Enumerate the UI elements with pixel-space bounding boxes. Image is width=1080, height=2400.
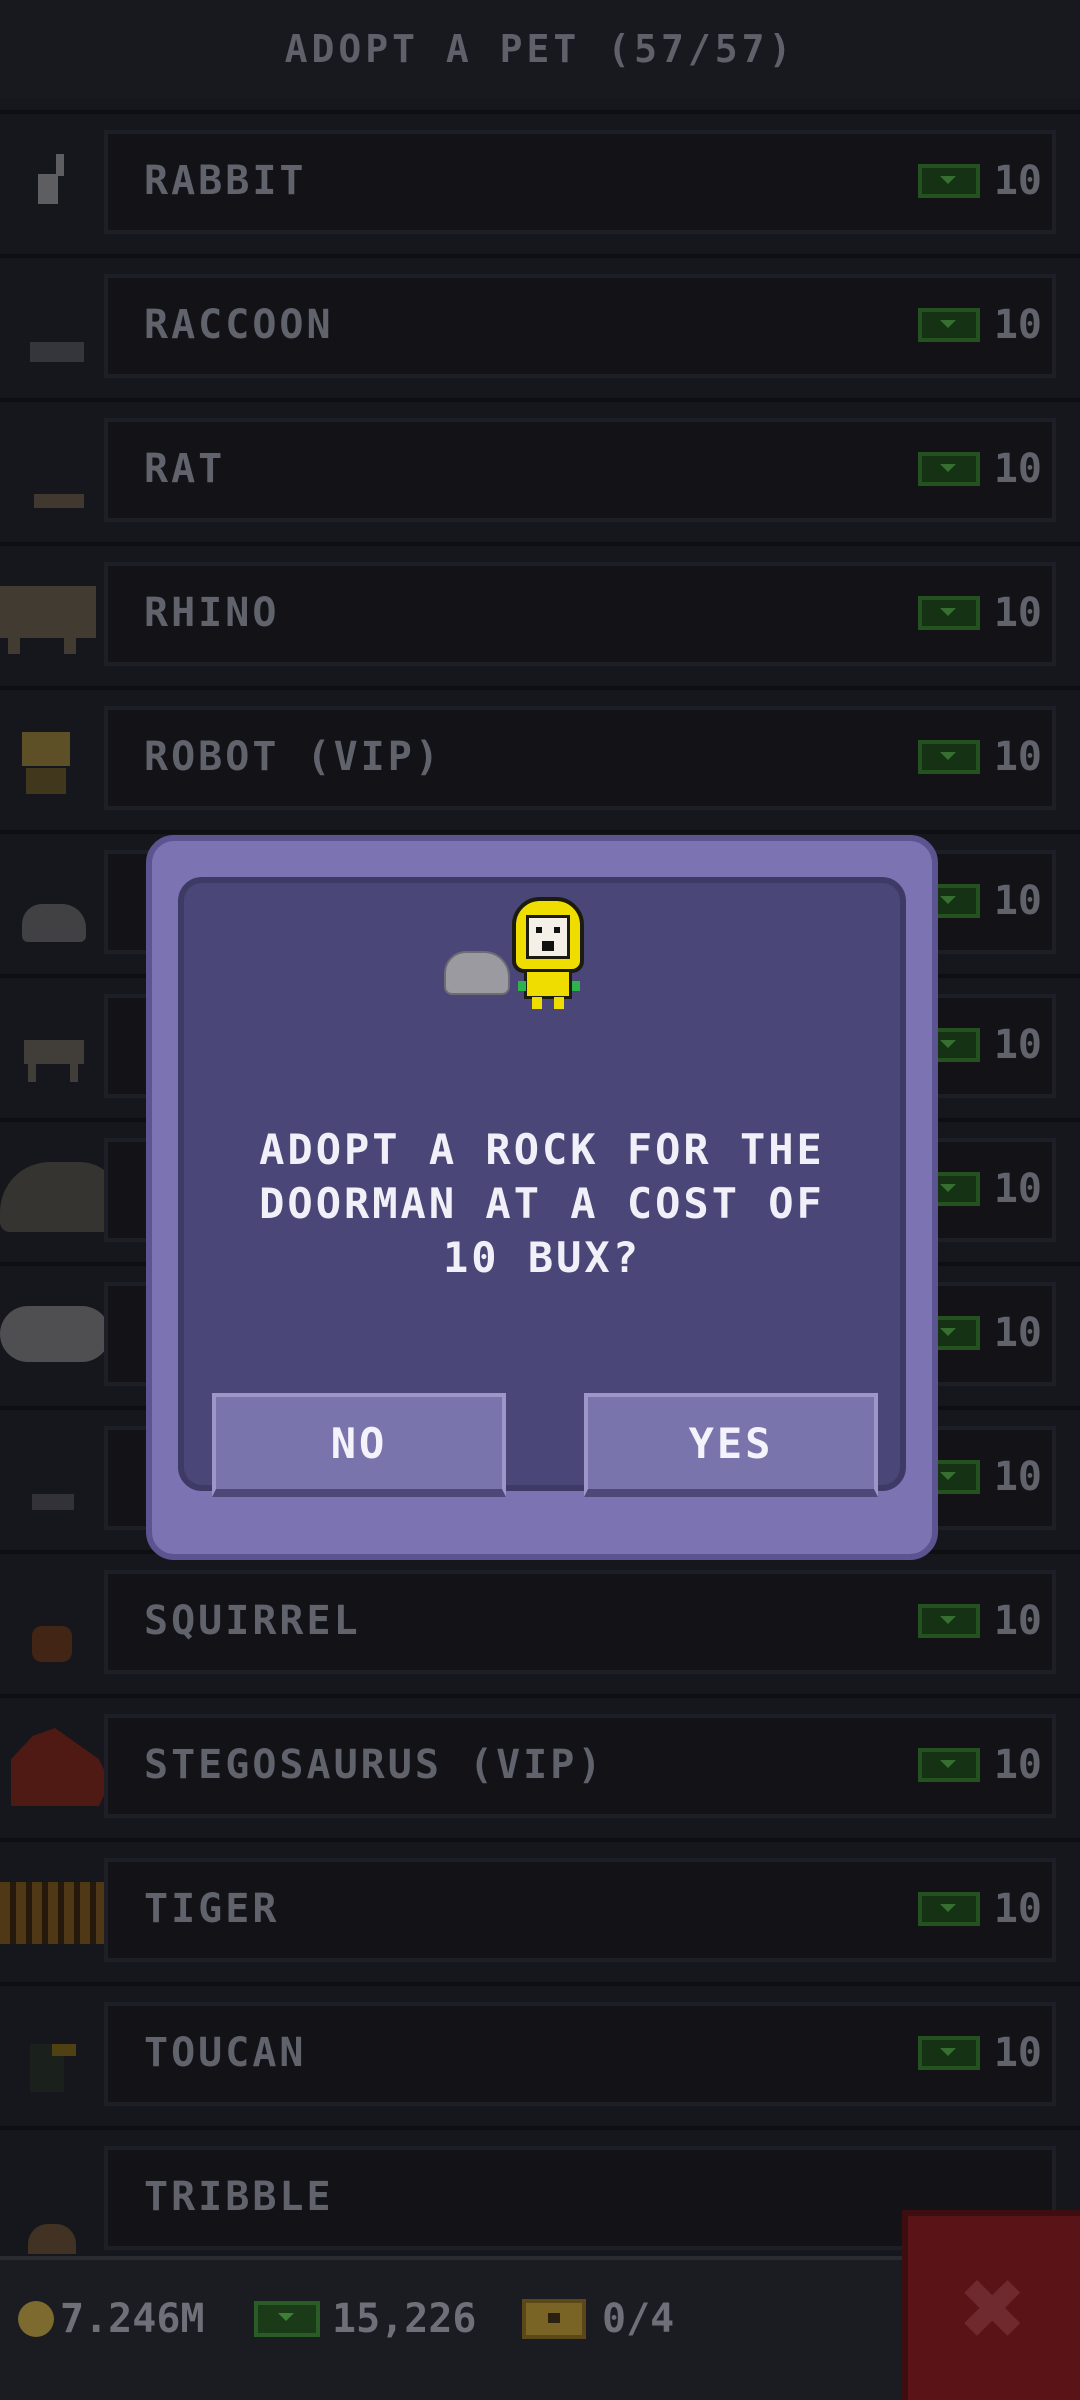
- bux-icon: [917, 1748, 980, 1782]
- tribble-icon: [0, 2130, 100, 2258]
- pet-card[interactable]: TOUCAN 10: [104, 2002, 1056, 2106]
- header: ADOPT A PET (57/57): [0, 0, 1080, 104]
- pet-name: STEGOSAURUS (VIP): [144, 1742, 605, 1788]
- pet-icon: [0, 1122, 120, 1262]
- rock-icon: [444, 951, 510, 995]
- list-item[interactable]: RHINO 10: [0, 546, 1080, 690]
- no-button[interactable]: NO: [212, 1393, 506, 1497]
- pet-price: 10: [917, 1886, 1042, 1932]
- bux-value: 15,226: [332, 2296, 477, 2342]
- pet-price: 10: [917, 158, 1042, 204]
- dialog-message: ADOPT A ROCK FOR THE DOORMAN AT A COST O…: [259, 1125, 825, 1282]
- pet-icon: [0, 1266, 110, 1406]
- pet-card[interactable]: RACCOON 10: [104, 274, 1056, 378]
- page-title: ADOPT A PET (57/57): [284, 27, 796, 71]
- pet-price: 10: [917, 1742, 1042, 1788]
- list-item[interactable]: STEGOSAURUS (VIP) 10: [0, 1698, 1080, 1842]
- close-button[interactable]: ✖: [902, 2210, 1080, 2400]
- pet-icon: [0, 1410, 100, 1550]
- bux-icon: [917, 596, 980, 630]
- coins-counter: 7.246M: [18, 2296, 205, 2342]
- list-item[interactable]: ROBOT (VIP) 10: [0, 690, 1080, 834]
- pet-card[interactable]: RABBIT 10: [104, 130, 1056, 234]
- robot-icon: [0, 690, 100, 830]
- bux-icon: [917, 2036, 980, 2070]
- rhino-icon: [0, 546, 100, 686]
- rat-icon: [0, 402, 100, 542]
- pet-name: ROBOT (VIP): [144, 734, 442, 780]
- toucan-icon: [0, 1986, 100, 2126]
- pet-name: RAT: [144, 446, 226, 492]
- stegosaurus-icon: [0, 1698, 110, 1838]
- coin-icon: [18, 2301, 54, 2337]
- pet-price: 10: [917, 2030, 1042, 2076]
- pet-name: TOUCAN: [144, 2030, 307, 2076]
- chest-icon: [522, 2299, 586, 2339]
- pet-card[interactable]: RAT 10: [104, 418, 1056, 522]
- coins-value: 7.246M: [60, 2296, 205, 2342]
- list-item[interactable]: [0, 98, 1080, 114]
- pet-card[interactable]: STEGOSAURUS (VIP) 10: [104, 1714, 1056, 1818]
- bux-icon: [917, 740, 980, 774]
- chests-value: 0/4: [602, 2296, 675, 2342]
- bux-icon: [917, 164, 980, 198]
- close-icon: ✖: [960, 2244, 1028, 2372]
- bux-counter: 15,226: [254, 2296, 477, 2342]
- pet-card[interactable]: SQUIRREL 10: [104, 1570, 1056, 1674]
- pet-card[interactable]: ROBOT (VIP) 10: [104, 706, 1056, 810]
- list-item[interactable]: TIGER 10: [0, 1842, 1080, 1986]
- pet-name: TRIBBLE: [144, 2174, 334, 2220]
- pet-card[interactable]: TIGER 10: [104, 1858, 1056, 1962]
- pet-card[interactable]: RHINO 10: [104, 562, 1056, 666]
- pet-price: 10: [917, 590, 1042, 636]
- pet-name: SQUIRREL: [144, 1598, 361, 1644]
- pet-icon: [0, 978, 100, 1118]
- bux-icon: [917, 1892, 980, 1926]
- list-item[interactable]: TOUCAN 10: [0, 1986, 1080, 2130]
- adopt-dialog: ADOPT A ROCK FOR THE DOORMAN AT A COST O…: [146, 835, 938, 1560]
- bux-icon: [917, 1604, 980, 1638]
- list-item[interactable]: RAT 10: [0, 402, 1080, 546]
- pet-price: 10: [917, 302, 1042, 348]
- pet-price: 10: [917, 1598, 1042, 1644]
- chests-counter: 0/4: [522, 2296, 674, 2342]
- pet-name: RABBIT: [144, 158, 307, 204]
- list-item[interactable]: RABBIT 10: [0, 114, 1080, 258]
- pet-price: 10: [917, 446, 1042, 492]
- bux-icon: [254, 2301, 320, 2337]
- yes-button[interactable]: YES: [584, 1393, 878, 1497]
- list-item[interactable]: SQUIRREL 10: [0, 1554, 1080, 1698]
- doorman-icon: [508, 897, 588, 1009]
- tiger-icon: [0, 1842, 116, 1982]
- rock-icon: [0, 834, 100, 974]
- pet-name: RHINO: [144, 590, 280, 636]
- bux-icon: [917, 452, 980, 486]
- pet-name: RACCOON: [144, 302, 334, 348]
- squirrel-icon: [0, 1554, 100, 1694]
- pet-name: TIGER: [144, 1886, 280, 1932]
- bux-icon: [917, 308, 980, 342]
- list-item[interactable]: RACCOON 10: [0, 258, 1080, 402]
- rabbit-icon: [0, 114, 100, 254]
- pet-price: 10: [917, 734, 1042, 780]
- raccoon-icon: [0, 258, 100, 398]
